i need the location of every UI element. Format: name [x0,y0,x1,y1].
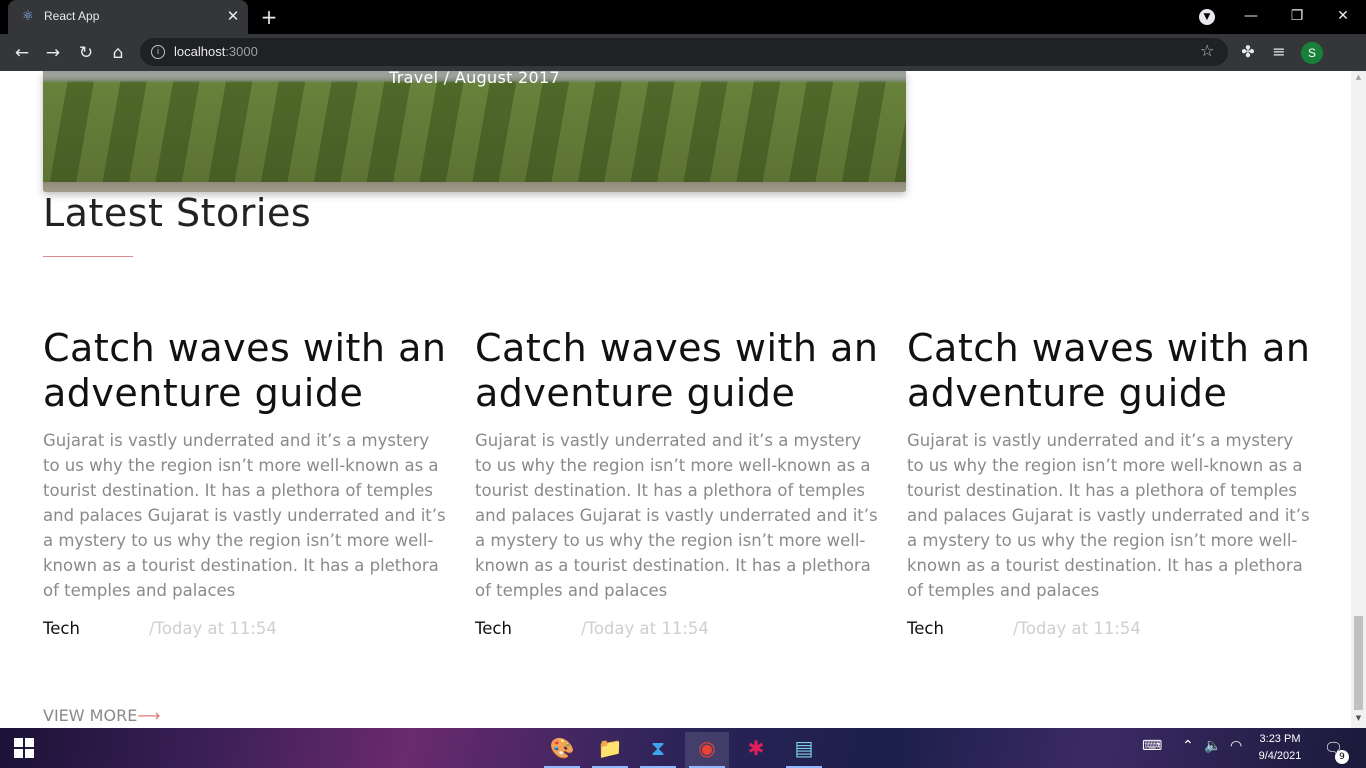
vscode-icon[interactable]: ⧗ [636,732,680,768]
tab-title: React App [44,9,100,23]
story-title[interactable]: Catch waves with an adventure guide [43,326,448,416]
taskbar-clock[interactable]: 3:23 PM 9/4/2021 [1250,731,1310,765]
scrollbar-thumb[interactable] [1354,616,1363,710]
story-card[interactable]: Catch waves with an adventure guide Guja… [907,326,1312,643]
section-underline [43,256,133,257]
browser-tab[interactable]: ⚛ React App ✕ [8,0,248,34]
story-excerpt: Gujarat is vastly underrated and it’s a … [475,431,878,600]
react-favicon-icon: ⚛ [22,9,34,24]
hero-meta: Travel / August 2017 [389,71,560,87]
site-info-icon[interactable]: i [151,45,165,59]
back-icon[interactable]: ← [9,40,35,66]
url-port: :3000 [225,44,258,59]
tab-close-icon[interactable]: ✕ [224,7,242,25]
page-viewport: Travel / August 2017 Latest Stories Catc… [0,71,1351,728]
story-card[interactable]: Catch waves with an adventure guide Guja… [43,326,448,643]
new-tab-button[interactable]: + [258,6,280,28]
address-bar[interactable]: i localhost:3000 ☆ [140,38,1228,66]
scroll-up-icon[interactable]: ▲ [1351,73,1366,83]
reload-icon[interactable]: ↻ [73,40,99,66]
media-queue-icon[interactable]: ≡ [1268,42,1290,61]
extensions-icon[interactable]: ✤ [1237,42,1259,61]
keyboard-icon[interactable]: ⌨ [1142,738,1162,754]
hero-image[interactable]: Travel / August 2017 [43,71,906,192]
paint-app-icon[interactable]: 🎨 [540,732,584,768]
scroll-down-icon[interactable]: ▼ [1351,714,1366,724]
story-title[interactable]: Catch waves with an adventure guide [475,326,880,416]
minimize-button[interactable]: — [1236,4,1266,28]
url-text: localhost:3000 [174,44,258,59]
page-scrollbar[interactable]: ▲ ▼ [1351,71,1366,728]
notification-count-badge: 9 [1335,750,1349,764]
story-excerpt: Gujarat is vastly underrated and it’s a … [907,431,1310,600]
view-more-label: VIEW MORE [43,706,138,725]
arrow-right-icon: ⟶ [137,706,161,725]
profile-avatar[interactable]: S [1301,42,1323,64]
close-window-button[interactable]: ✕ [1328,4,1358,28]
browser-toolbar: ← → ↻ ⌂ i localhost:3000 ☆ ✤ ≡ [0,34,1366,71]
story-category[interactable]: Tech [475,619,512,638]
story-meta: Tech /Today at 11:54 [43,619,448,643]
slack-icon[interactable]: ✱ [734,732,778,768]
clock-date: 9/4/2021 [1258,750,1302,762]
story-date: /Today at 11:54 [581,619,709,638]
story-card[interactable]: Catch waves with an adventure guide Guja… [475,326,880,643]
url-host: localhost [174,44,226,59]
bookmark-star-icon[interactable]: ☆ [1200,41,1214,60]
wifi-icon[interactable]: ◠ [1230,738,1242,754]
story-category[interactable]: Tech [43,619,80,638]
story-category[interactable]: Tech [907,619,944,638]
story-date: /Today at 11:54 [1013,619,1141,638]
story-meta: Tech /Today at 11:54 [475,619,880,643]
restore-button[interactable]: ❐ [1282,4,1312,28]
windows-taskbar: 🎨 📁 ⧗ ◉ ✱ ▤ ⌨ ⌃ 🔈 ◠ [0,728,1366,768]
forward-icon[interactable]: → [40,40,66,66]
hero-overlay [43,71,906,192]
story-title[interactable]: Catch waves with an adventure guide [907,326,1312,416]
notepad-icon[interactable]: ▤ [782,732,826,768]
file-explorer-icon[interactable]: 📁 [588,732,632,768]
windows-start-icon[interactable] [14,738,34,758]
home-icon[interactable]: ⌂ [105,40,131,66]
clock-time: 3:23 PM [1259,733,1301,745]
view-more-link[interactable]: VIEW MORE⟶ [43,706,160,725]
volume-icon[interactable]: 🔈 [1204,738,1221,754]
browser-title-bar: ⚛ React App ✕ + ▼ — ❐ ✕ [0,0,1366,34]
story-meta: Tech /Today at 11:54 [907,619,1312,643]
section-title: Latest Stories [43,191,312,235]
show-hidden-icons-icon[interactable]: ⌃ [1182,738,1194,754]
chrome-icon[interactable]: ◉ [685,732,729,768]
story-excerpt: Gujarat is vastly underrated and it’s a … [43,431,446,600]
tab-search-icon[interactable]: ▼ [1199,9,1215,25]
story-date: /Today at 11:54 [149,619,277,638]
